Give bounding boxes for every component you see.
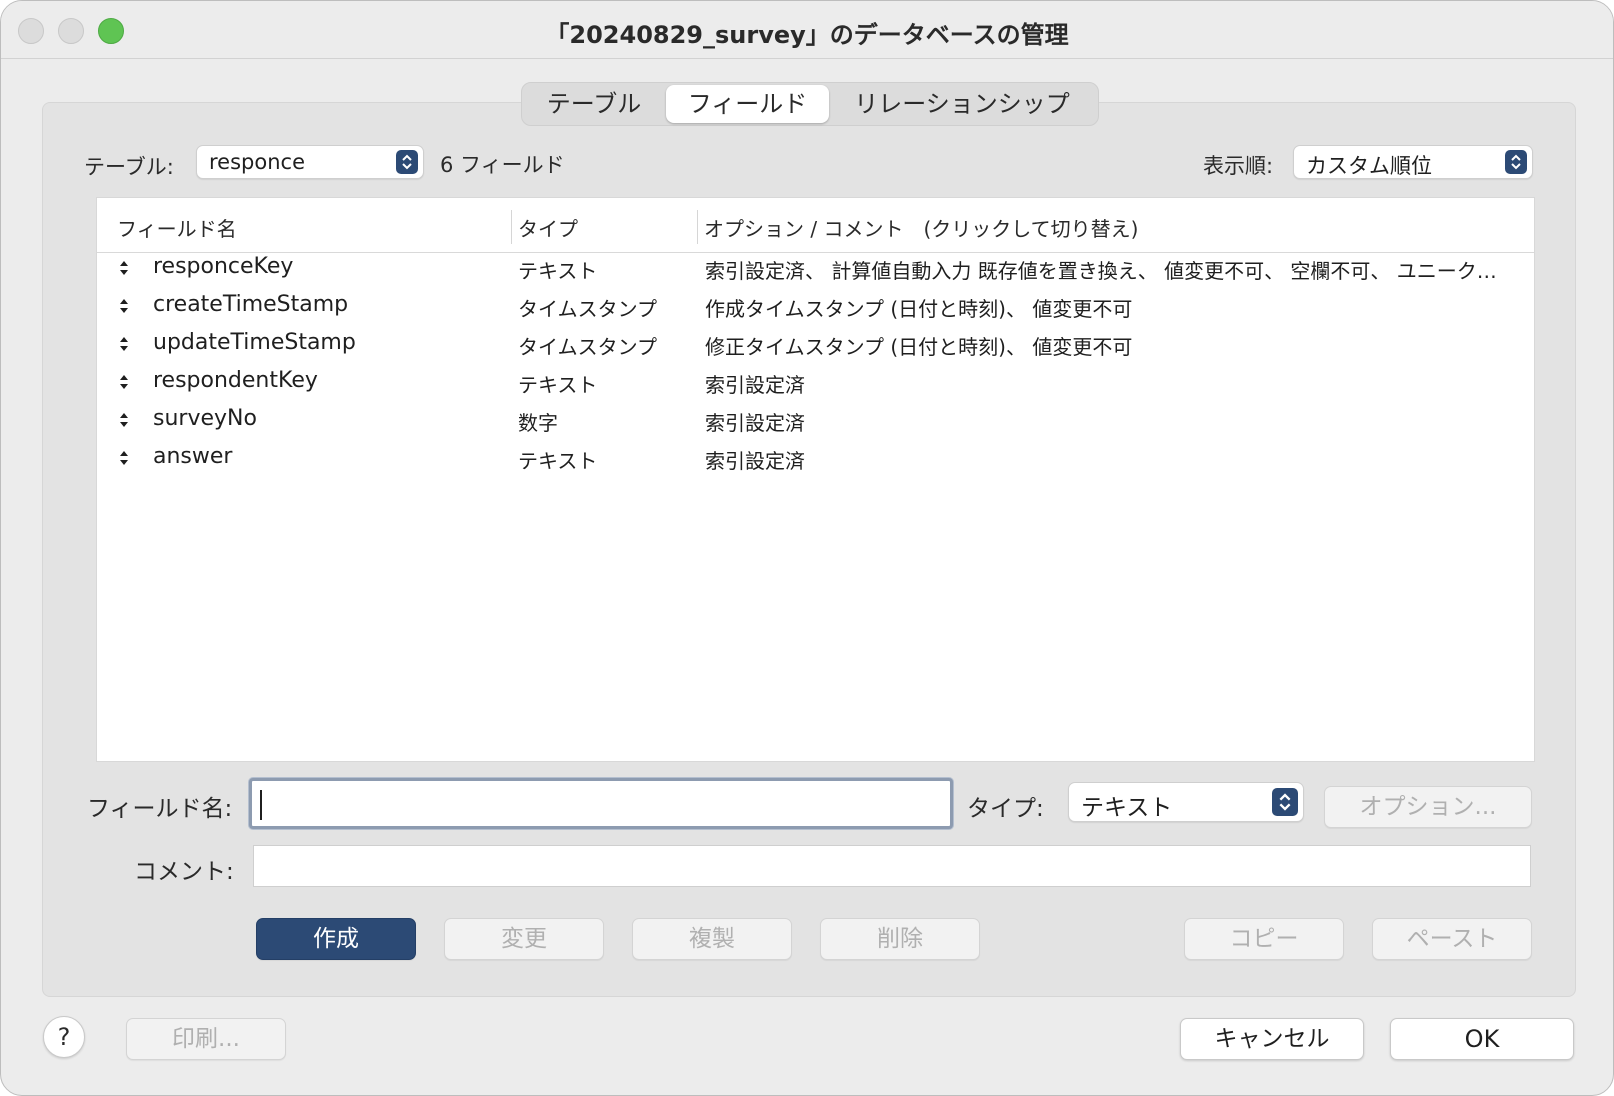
field-count: 6 フィールド <box>440 153 565 177</box>
text-caret <box>260 790 262 820</box>
print-button[interactable]: 印刷... <box>126 1018 286 1060</box>
field-name-cell: answer <box>153 444 233 469</box>
field-name-cell: surveyNo <box>153 406 257 431</box>
sort-popup[interactable]: カスタム順位 <box>1293 145 1533 179</box>
help-button[interactable]: ? <box>43 1016 85 1058</box>
type-popup-value: テキスト <box>1081 795 1173 821</box>
reorder-handle-icon[interactable] <box>119 298 129 318</box>
create-button[interactable]: 作成 <box>256 918 416 960</box>
title-bar: 「20240829_survey」のデータベースの管理 <box>1 1 1613 59</box>
table-row[interactable]: surveyNo 数字 索引設定済 <box>97 402 1534 440</box>
field-options-cell: 索引設定済 <box>705 449 805 473</box>
tab-tables[interactable]: テーブル <box>522 85 666 123</box>
column-header-name[interactable]: フィールド名 <box>117 213 237 242</box>
field-list[interactable]: フィールド名 タイプ オプション / コメント (クリックして切り替え) res… <box>96 197 1535 762</box>
field-name-cell: updateTimeStamp <box>153 330 356 355</box>
change-button[interactable]: 変更 <box>444 918 604 960</box>
field-type-cell: 数字 <box>518 411 558 435</box>
tab-bar: テーブル フィールド リレーションシップ <box>521 82 1099 126</box>
table-row[interactable]: updateTimeStamp タイムスタンプ 修正タイムスタンプ (日付と時刻… <box>97 326 1534 364</box>
table-row[interactable]: answer テキスト 索引設定済 <box>97 440 1534 478</box>
table-label: テーブル: <box>84 155 174 179</box>
table-row[interactable]: respondentKey テキスト 索引設定済 <box>97 364 1534 402</box>
field-name-cell: respondentKey <box>153 368 318 393</box>
field-name-label: フィールド名: <box>87 796 233 822</box>
table-popup[interactable]: responce <box>196 145 424 179</box>
tab-fields[interactable]: フィールド <box>666 85 829 123</box>
ok-button[interactable]: OK <box>1390 1018 1574 1060</box>
field-options-cell: 修正タイムスタンプ (日付と時刻)、 値変更不可 <box>705 335 1133 359</box>
field-options-cell: 作成タイムスタンプ (日付と時刻)、 値変更不可 <box>705 297 1133 321</box>
options-button[interactable]: オプション... <box>1324 786 1532 828</box>
field-type-cell: テキスト <box>518 259 598 283</box>
reorder-handle-icon[interactable] <box>119 260 129 280</box>
field-options-cell: 索引設定済 <box>705 411 805 435</box>
tab-relationships[interactable]: リレーションシップ <box>829 85 1095 123</box>
field-type-cell: タイムスタンプ <box>518 335 657 359</box>
field-type-cell: テキスト <box>518 373 598 397</box>
type-label: タイプ: <box>967 796 1044 822</box>
reorder-handle-icon[interactable] <box>119 336 129 356</box>
reorder-handle-icon[interactable] <box>119 450 129 470</box>
type-popup[interactable]: テキスト <box>1068 782 1304 822</box>
reorder-handle-icon[interactable] <box>119 412 129 432</box>
sort-popup-value: カスタム順位 <box>1306 154 1432 178</box>
popup-stepper-icon <box>396 150 418 174</box>
field-type-cell: タイムスタンプ <box>518 297 657 321</box>
column-header-type[interactable]: タイプ <box>518 213 578 242</box>
table-row[interactable]: createTimeStamp タイムスタンプ 作成タイムスタンプ (日付と時刻… <box>97 288 1534 326</box>
column-header-options[interactable]: オプション / コメント (クリックして切り替え) <box>704 213 1138 242</box>
sort-label: 表示順: <box>1203 154 1274 178</box>
column-divider <box>697 210 698 244</box>
column-divider <box>511 210 512 244</box>
table-popup-value: responce <box>209 150 305 174</box>
window-title: 「20240829_survey」のデータベースの管理 <box>545 21 1069 49</box>
duplicate-button[interactable]: 複製 <box>632 918 792 960</box>
copy-button[interactable]: コピー <box>1184 918 1344 960</box>
manage-database-window: 「20240829_survey」のデータベースの管理 テーブル フィールド リ… <box>0 0 1614 1096</box>
reorder-handle-icon[interactable] <box>119 374 129 394</box>
field-list-header: フィールド名 タイプ オプション / コメント (クリックして切り替え) <box>97 198 1534 253</box>
field-name-cell: createTimeStamp <box>153 292 349 317</box>
delete-button[interactable]: 削除 <box>820 918 980 960</box>
paste-button[interactable]: ペースト <box>1372 918 1532 960</box>
comment-input[interactable] <box>253 845 1531 887</box>
popup-stepper-icon <box>1505 150 1527 174</box>
field-options-cell: 索引設定済 <box>705 373 805 397</box>
field-type-cell: テキスト <box>518 449 598 473</box>
popup-stepper-icon <box>1272 788 1298 816</box>
field-options-cell: 索引設定済、 計算値自動入力 既存値を置き換え、 値変更不可、 空欄不可、 ユニ… <box>705 259 1497 283</box>
field-name-input[interactable] <box>249 778 953 829</box>
field-name-cell: responceKey <box>153 254 294 279</box>
comment-label: コメント: <box>134 859 234 885</box>
cancel-button[interactable]: キャンセル <box>1180 1018 1364 1060</box>
table-row[interactable]: responceKey テキスト 索引設定済、 計算値自動入力 既存値を置き換え… <box>97 250 1534 288</box>
